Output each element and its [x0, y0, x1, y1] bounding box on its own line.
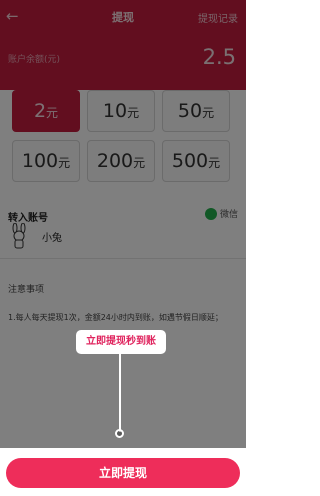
withdraw-now-button[interactable]: 立即提现: [6, 458, 240, 488]
dim-overlay[interactable]: [0, 0, 246, 448]
tooltip-pointer-line: [119, 354, 121, 432]
bottom-bar: 立即提现: [0, 448, 246, 496]
tooltip-pointer-dot: [115, 429, 124, 438]
promo-tooltip: 立即提现秒到账: [76, 330, 166, 354]
